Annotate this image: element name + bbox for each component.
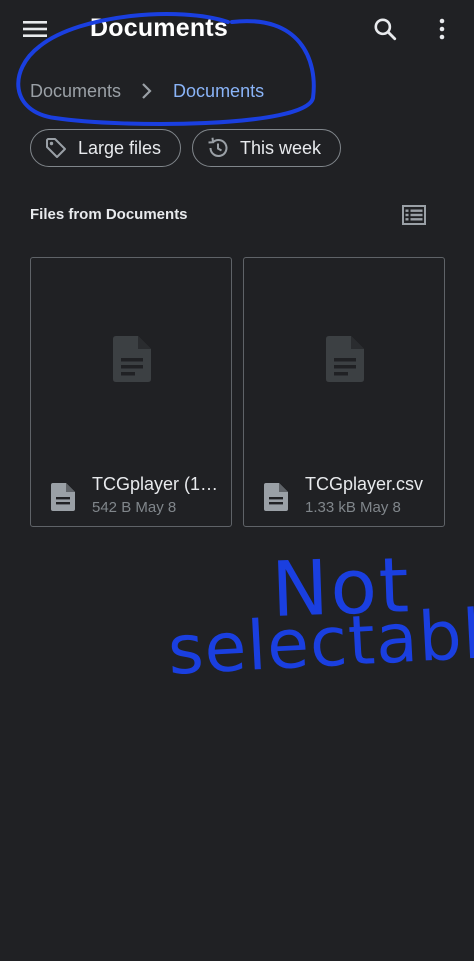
file-name: TCGplayer (1…	[92, 474, 219, 494]
file-details: 1.33 kB May 8	[305, 499, 401, 516]
files-app-screen: Documents Documents Documents Large file…	[0, 0, 474, 961]
file-date: May 8	[135, 499, 177, 516]
chip-label: This week	[240, 137, 322, 158]
document-icon	[264, 483, 288, 511]
filter-chip-this-week[interactable]: This week	[192, 129, 341, 167]
tag-icon	[43, 135, 69, 161]
breadcrumb-current[interactable]: Documents	[173, 81, 264, 102]
more-vert-icon	[439, 18, 445, 40]
document-icon	[51, 483, 75, 511]
page-title: Documents	[90, 14, 228, 42]
document-icon	[326, 336, 364, 382]
menu-button[interactable]	[15, 9, 55, 49]
search-icon	[374, 18, 397, 41]
file-name: TCGplayer.csv	[305, 474, 424, 494]
chevron-right-icon	[135, 79, 159, 103]
file-card[interactable]: TCGplayer (1… 542 B May 8	[30, 257, 232, 527]
annotation-text-line2: selectable	[166, 593, 474, 691]
chip-label: Large files	[78, 137, 162, 158]
breadcrumb-root[interactable]: Documents	[30, 81, 121, 102]
section-title: Files from Documents	[30, 206, 188, 223]
app-bar: Documents	[0, 0, 474, 60]
file-details: 542 B May 8	[92, 499, 176, 516]
view-toggle-button[interactable]	[398, 199, 430, 231]
search-button[interactable]	[365, 9, 405, 49]
more-options-button[interactable]	[422, 9, 462, 49]
list-view-icon	[402, 205, 426, 225]
document-icon	[113, 336, 151, 382]
file-size: 1.33 kB	[305, 499, 356, 516]
hamburger-menu-icon	[23, 21, 47, 37]
breadcrumb: Documents Documents	[30, 76, 264, 106]
file-date: May 8	[360, 499, 401, 516]
annotation-text-line1: Not	[270, 540, 413, 634]
file-size: 542 B	[92, 499, 132, 516]
filter-chip-large-files[interactable]: Large files	[30, 129, 181, 167]
file-card[interactable]: TCGplayer.csv 1.33 kB May 8	[243, 257, 445, 527]
history-icon	[205, 135, 231, 161]
